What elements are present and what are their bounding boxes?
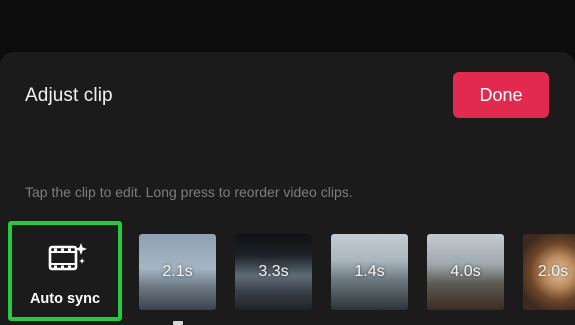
- sheet-title: Adjust clip: [25, 85, 113, 106]
- clip-duration: 3.3s: [258, 263, 289, 280]
- done-button[interactable]: Done: [453, 72, 549, 118]
- playhead-marker: [173, 321, 183, 325]
- clip-duration: 4.0s: [450, 263, 481, 280]
- clip-thumbnail[interactable]: 4.0s: [427, 234, 504, 310]
- clip-thumbnail[interactable]: 1.4s: [331, 234, 408, 310]
- clip-duration: 2.1s: [162, 263, 193, 280]
- clip-thumbnail[interactable]: 2.0s: [523, 234, 575, 310]
- film-sparkle-icon: [48, 241, 88, 275]
- instruction-text: Tap the clip to edit. Long press to reor…: [25, 184, 353, 200]
- clip-duration: 1.4s: [354, 263, 385, 280]
- auto-sync-button[interactable]: Auto sync: [8, 221, 122, 321]
- clip-thumbnail[interactable]: 2.1s: [139, 234, 216, 310]
- clip-thumbnail[interactable]: 3.3s: [235, 234, 312, 310]
- auto-sync-label: Auto sync: [29, 291, 101, 307]
- clip-duration: 2.0s: [537, 263, 569, 280]
- adjust-clip-screen: Adjust clip Done Tap the clip to edit. L…: [0, 0, 575, 325]
